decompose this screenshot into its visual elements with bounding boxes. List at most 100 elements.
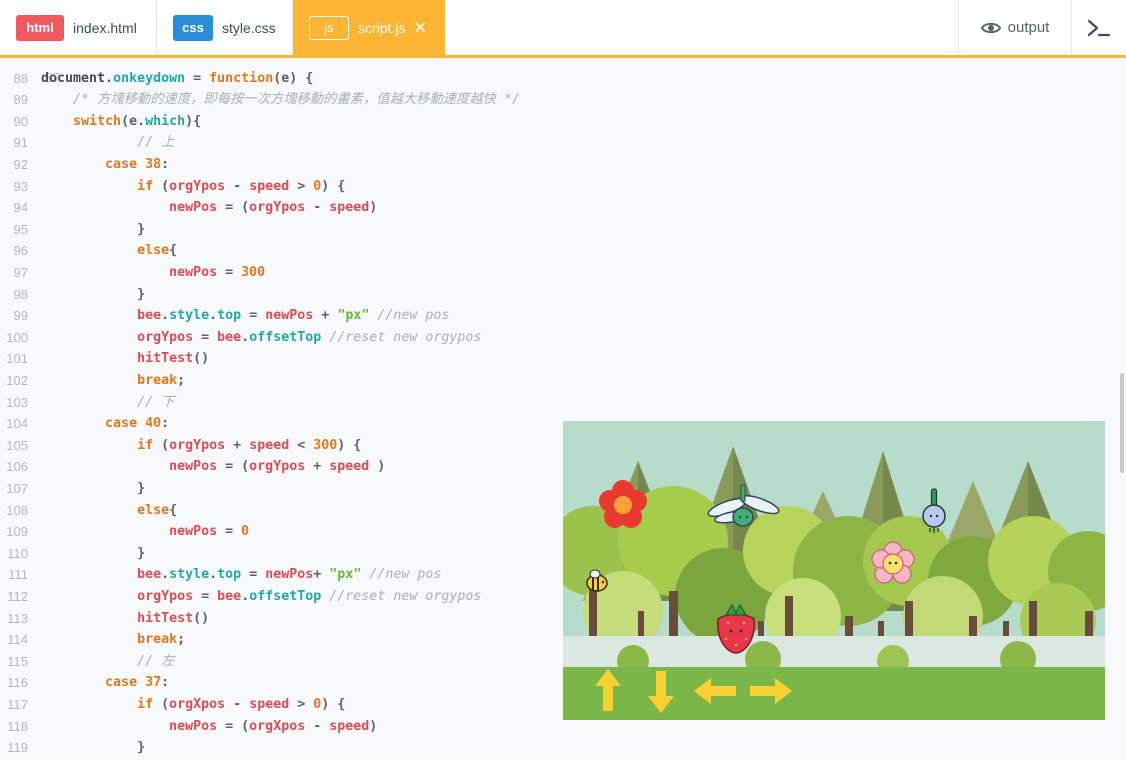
code-token: offsetTop <box>249 588 322 604</box>
code-line[interactable]: 89 /* 方塊移動的速度，即每按一次方塊移動的畫素，值越大移動速度越快 */ <box>0 89 520 111</box>
code-token: = <box>185 70 210 86</box>
code-token: orgYpos <box>249 200 306 216</box>
editor-tab-bar: html index.html css style.css js script.… <box>0 0 1126 58</box>
code-text: } <box>41 737 145 759</box>
code-line[interactable]: 99 bee.style.top = newPos + "px" //new p… <box>0 305 450 327</box>
code-text: newPos = (orgYpos + speed ) <box>41 456 385 478</box>
code-token: "px" <box>337 308 370 324</box>
code-line[interactable]: 88 document.onkeydown = function(e) { <box>0 68 314 90</box>
close-icon[interactable]: ✕ <box>413 18 426 38</box>
code-token: style <box>169 308 210 324</box>
line-number: 109 <box>6 524 28 540</box>
code-token: newPos <box>265 308 314 324</box>
code-line[interactable]: 100 orgYpos = bee.offsetTop //reset new … <box>0 327 481 349</box>
tab-script-js[interactable]: js script.js ✕ <box>293 0 445 55</box>
code-token: = <box>193 329 218 345</box>
code-line[interactable]: 94 newPos = (orgYpos - speed) <box>0 197 378 219</box>
code-token: . <box>241 588 250 604</box>
output-button[interactable]: output <box>958 0 1071 55</box>
line-number: 112 <box>7 588 28 604</box>
code-token: "px" <box>329 567 362 583</box>
code-line[interactable]: 97 newPos = 300 <box>0 262 266 284</box>
terminal-icon <box>1087 19 1111 36</box>
code-line[interactable]: 95 } <box>0 219 146 241</box>
code-text: case 38: <box>41 154 169 176</box>
code-line[interactable]: 115 // 左 <box>0 651 174 673</box>
code-line[interactable]: 111 bee.style.top = newPos+ "px" //new p… <box>0 564 441 586</box>
code-token: orgYpos <box>169 437 226 453</box>
code-token: + <box>305 459 330 475</box>
code-line[interactable]: 114 break; <box>0 629 185 651</box>
code-token: if <box>137 696 154 712</box>
code-token: newPos <box>169 200 218 216</box>
code-line[interactable]: 109 newPos = 0 <box>0 521 249 543</box>
code-token: speed <box>329 200 370 216</box>
code-line[interactable]: 93 if (orgYpos - speed > 0) { <box>0 176 346 198</box>
code-text: hitTest() <box>41 348 209 370</box>
console-button[interactable] <box>1071 0 1126 55</box>
game-preview[interactable] <box>563 421 1105 720</box>
code-line[interactable]: 98 } <box>0 284 146 306</box>
code-token: ) <box>369 718 378 734</box>
line-number: 101 <box>6 351 28 367</box>
code-text: newPos = 300 <box>41 262 265 284</box>
code-token: - <box>305 718 330 734</box>
code-token: ( <box>153 437 170 453</box>
code-line[interactable]: 113 hitTest() <box>0 608 209 630</box>
tab-index-html[interactable]: html index.html <box>0 0 157 55</box>
code-token: = <box>241 567 266 583</box>
code-line[interactable]: 112 orgYpos = bee.offsetTop //reset new … <box>0 586 481 608</box>
code-line[interactable]: 102 break; <box>0 370 185 392</box>
code-token: orgXpos <box>169 696 226 712</box>
code-line[interactable]: 107 } <box>0 478 145 500</box>
code-token: style <box>169 567 210 583</box>
code-token: ) <box>369 200 378 216</box>
code-token: 300 <box>241 264 266 280</box>
code-line[interactable]: 96 else{ <box>0 240 178 262</box>
code-line[interactable]: 108 else{ <box>0 500 177 522</box>
code-token: ){ <box>185 113 202 129</box>
line-number: 98 <box>13 286 28 302</box>
line-number: 93 <box>13 178 28 194</box>
code-line[interactable]: 118 newPos = (orgXpos - speed) <box>0 716 377 738</box>
line-number: 105 <box>6 437 28 453</box>
code-token: case <box>105 675 138 691</box>
code-line[interactable]: 116 case 37: <box>0 672 169 694</box>
code-line[interactable]: 91 // 上 <box>0 132 175 154</box>
code-line[interactable]: 119 } <box>0 737 145 759</box>
tab-style-css[interactable]: css style.css <box>157 0 293 55</box>
code-line[interactable]: 117 if (orgXpos - speed > 0) { <box>0 694 345 716</box>
code-token: which <box>145 113 186 129</box>
code-line[interactable]: 103 // 下 <box>0 392 174 414</box>
code-line[interactable]: 101 hitTest() <box>0 348 209 370</box>
code-line[interactable]: 106 newPos = (orgYpos + speed ) <box>0 456 385 478</box>
code-text: } <box>41 219 145 241</box>
line-number: 95 <box>13 221 28 237</box>
code-token: else <box>137 243 170 259</box>
code-token: ) { <box>337 437 362 453</box>
code-token: 0 <box>241 524 250 540</box>
code-token: (e. <box>121 113 146 129</box>
code-line[interactable]: 104 case 40: <box>0 413 169 435</box>
code-token: orgYpos <box>137 329 194 345</box>
code-token: orgYpos <box>249 459 306 475</box>
code-line[interactable]: 105 if (orgYpos + speed < 300) { <box>0 435 361 457</box>
code-text: // 左 <box>41 651 174 673</box>
code-line[interactable]: 92 case 38: <box>0 154 170 176</box>
code-line[interactable]: 110 } <box>0 543 145 565</box>
code-token: ; <box>177 632 186 648</box>
code-line[interactable]: 90 switch(e.which){ <box>0 111 202 133</box>
code-token: 40 <box>145 416 162 432</box>
html-badge: html <box>16 14 64 41</box>
code-token: //new pos <box>377 308 450 324</box>
editor-scrollbar[interactable] <box>1120 373 1124 473</box>
code-token: speed <box>329 459 370 475</box>
line-number: 90 <box>13 113 28 129</box>
code-token: speed <box>249 696 290 712</box>
